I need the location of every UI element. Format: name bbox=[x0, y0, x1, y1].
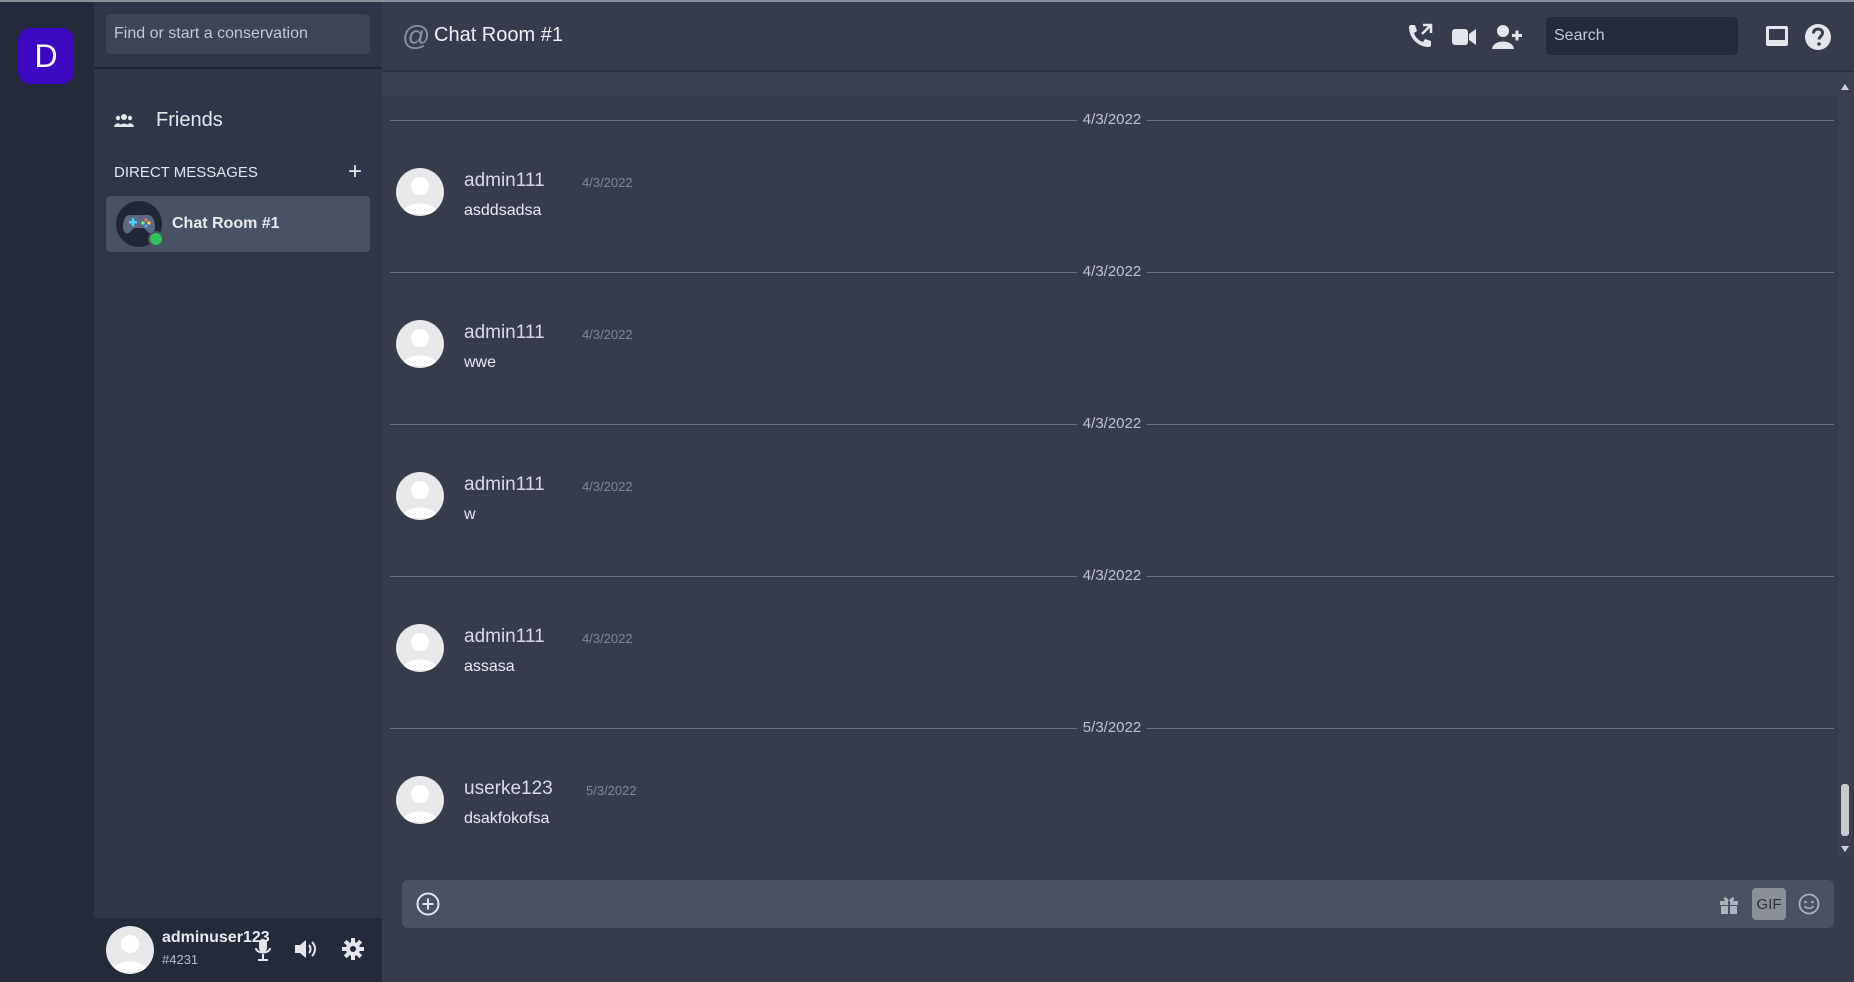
message-composer: GIF bbox=[402, 880, 1834, 928]
friends-nav-item[interactable]: Friends bbox=[114, 100, 223, 140]
server-rail: D bbox=[0, 2, 94, 982]
message: admin111 4/3/2022 asddsadsa bbox=[396, 168, 1796, 238]
online-status-dot bbox=[148, 231, 164, 247]
message-author[interactable]: admin111 bbox=[464, 626, 545, 648]
date-divider-label: 4/3/2022 bbox=[1076, 567, 1148, 585]
message-author[interactable]: admin111 bbox=[464, 474, 545, 496]
message-author[interactable]: admin111 bbox=[464, 322, 545, 344]
date-divider-label: 5/3/2022 bbox=[1076, 719, 1148, 737]
friends-label: Friends bbox=[156, 108, 223, 131]
message-author[interactable]: admin111 bbox=[464, 170, 545, 192]
gif-button[interactable]: GIF bbox=[1752, 888, 1786, 920]
phone-call-icon[interactable] bbox=[1406, 23, 1434, 56]
plus-circle-icon[interactable] bbox=[416, 892, 440, 921]
message-input[interactable] bbox=[458, 888, 1562, 922]
at-icon: @ bbox=[402, 20, 431, 51]
header-shadow bbox=[382, 72, 1854, 96]
message-timestamp: 5/3/2022 bbox=[586, 783, 637, 798]
message-author[interactable]: userke123 bbox=[464, 778, 553, 800]
message: userke123 5/3/2022 dsakfokofsa bbox=[396, 776, 1796, 846]
dm-item-chat-room-1[interactable]: Chat Room #1 bbox=[106, 196, 370, 252]
message: admin111 4/3/2022 wwe bbox=[396, 320, 1796, 390]
sidebar: Friends DIRECT MESSAGES + Chat Room #1 bbox=[94, 2, 382, 982]
direct-messages-title: DIRECT MESSAGES bbox=[114, 163, 258, 181]
message-scrollbar[interactable] bbox=[1838, 80, 1852, 856]
add-user-icon[interactable] bbox=[1492, 23, 1522, 56]
scrollbar-thumb[interactable] bbox=[1841, 784, 1849, 836]
message-text: wwe bbox=[464, 354, 497, 371]
sidebar-divider bbox=[94, 67, 382, 69]
default-avatar-icon bbox=[402, 785, 438, 822]
scroll-down-arrow[interactable] bbox=[1841, 846, 1849, 852]
date-divider: 4/3/2022 bbox=[390, 567, 1834, 585]
message-text: w bbox=[464, 506, 476, 523]
message-timestamp: 4/3/2022 bbox=[582, 175, 633, 190]
message-avatar[interactable] bbox=[396, 168, 444, 216]
message: admin111 4/3/2022 w bbox=[396, 472, 1796, 542]
scroll-up-arrow[interactable] bbox=[1841, 84, 1849, 90]
default-avatar-icon bbox=[402, 633, 438, 670]
header-search-input[interactable] bbox=[1546, 17, 1738, 55]
video-camera-icon[interactable] bbox=[1450, 23, 1478, 56]
date-divider-label: 4/3/2022 bbox=[1076, 415, 1148, 433]
message-avatar[interactable] bbox=[396, 472, 444, 520]
default-avatar-icon bbox=[402, 177, 438, 214]
date-divider: 4/3/2022 bbox=[390, 263, 1834, 281]
message-list: 4/3/2022 admin111 4/3/2022 asddsadsa 4/3… bbox=[382, 96, 1836, 856]
smiley-icon[interactable] bbox=[1798, 893, 1820, 920]
speaker-icon[interactable] bbox=[294, 938, 318, 965]
find-conversation-input[interactable] bbox=[106, 14, 370, 54]
add-dm-button[interactable]: + bbox=[344, 160, 366, 184]
default-avatar-icon bbox=[112, 935, 148, 972]
inbox-icon[interactable] bbox=[1764, 23, 1790, 54]
gear-icon[interactable] bbox=[342, 938, 364, 965]
message-avatar[interactable] bbox=[396, 624, 444, 672]
room-title: Chat Room #1 bbox=[434, 24, 563, 46]
date-divider: 5/3/2022 bbox=[390, 719, 1834, 737]
message-text: dsakfokofsa bbox=[464, 810, 550, 827]
message-timestamp: 4/3/2022 bbox=[582, 631, 633, 646]
message: admin111 4/3/2022 assasa bbox=[396, 624, 1796, 694]
chat-header: @ Chat Room #1 bbox=[382, 2, 1854, 72]
message-text: asddsadsa bbox=[464, 202, 542, 219]
date-divider-label: 4/3/2022 bbox=[1076, 111, 1148, 129]
message-avatar[interactable] bbox=[396, 320, 444, 368]
message-timestamp: 4/3/2022 bbox=[582, 327, 633, 342]
user-avatar[interactable] bbox=[106, 926, 154, 974]
default-avatar-icon bbox=[402, 329, 438, 366]
message-timestamp: 4/3/2022 bbox=[582, 479, 633, 494]
server-icon-d[interactable]: D bbox=[18, 28, 74, 84]
default-avatar-icon bbox=[402, 481, 438, 518]
dm-avatar bbox=[116, 201, 164, 247]
date-divider-label: 4/3/2022 bbox=[1076, 263, 1148, 281]
message-text: assasa bbox=[464, 658, 515, 675]
help-icon[interactable] bbox=[1804, 23, 1832, 56]
message-avatar[interactable] bbox=[396, 776, 444, 824]
user-panel: adminuser123 #4231 bbox=[94, 918, 382, 982]
people-icon bbox=[114, 114, 134, 127]
gift-icon[interactable] bbox=[1718, 893, 1740, 920]
dm-item-label: Chat Room #1 bbox=[172, 215, 280, 232]
date-divider: 4/3/2022 bbox=[390, 415, 1834, 433]
date-divider: 4/3/2022 bbox=[390, 111, 1834, 129]
direct-messages-header: DIRECT MESSAGES + bbox=[114, 160, 366, 184]
microphone-icon[interactable] bbox=[254, 938, 272, 967]
user-tag: #4231 bbox=[162, 952, 199, 967]
